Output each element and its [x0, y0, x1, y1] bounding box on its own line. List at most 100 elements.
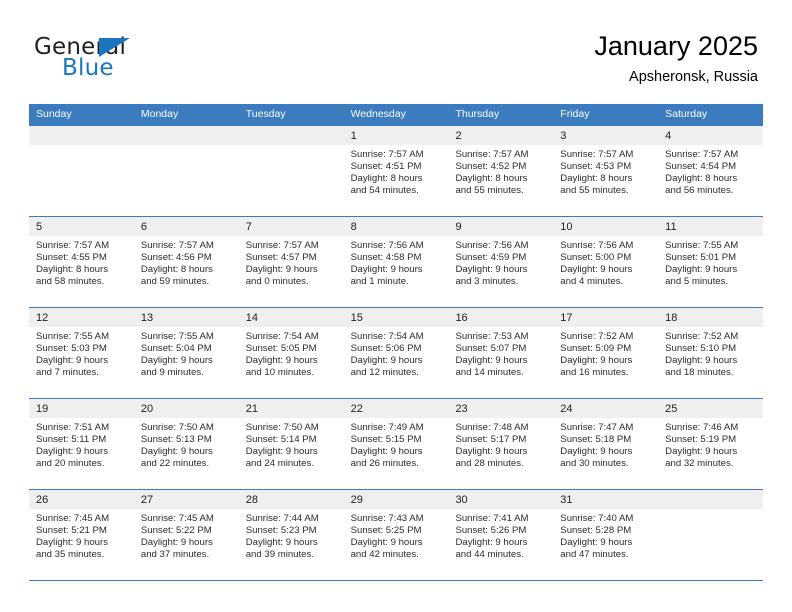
general-blue-logo[interactable]: General Blue	[34, 34, 244, 92]
sunrise-text: Sunrise: 7:56 AM	[455, 240, 529, 251]
day-number-band: 2	[448, 126, 554, 145]
day-number-band: 9	[448, 217, 554, 236]
day-details: Sunrise: 7:49 AM Sunset: 5:15 PM Dayligh…	[344, 418, 449, 470]
day-cell[interactable]: 1 Sunrise: 7:57 AM Sunset: 4:51 PM Dayli…	[343, 126, 449, 216]
day-cell[interactable]: 7 Sunrise: 7:57 AM Sunset: 4:57 PM Dayli…	[238, 217, 344, 307]
daylight-text-line1: Daylight: 9 hours	[350, 263, 423, 275]
day-number-band: 16	[448, 308, 554, 327]
sunrise-text: Sunrise: 7:51 AM	[36, 422, 110, 433]
daylight-text-line2: and 39 minutes.	[245, 548, 314, 560]
day-number: 15	[350, 312, 363, 324]
day-details: Sunrise: 7:57 AM Sunset: 4:53 PM Dayligh…	[553, 145, 658, 197]
sunrise-text: Sunrise: 7:52 AM	[560, 331, 634, 342]
day-cell[interactable]: 22 Sunrise: 7:49 AM Sunset: 5:15 PM Dayl…	[343, 399, 449, 489]
day-number-band: 5	[29, 217, 134, 236]
day-cell[interactable]: 30 Sunrise: 7:41 AM Sunset: 5:26 PM Dayl…	[448, 490, 554, 580]
day-number: 24	[560, 403, 573, 415]
sunrise-text: Sunrise: 7:57 AM	[140, 240, 214, 251]
day-cell[interactable]: 2 Sunrise: 7:57 AM Sunset: 4:52 PM Dayli…	[448, 126, 554, 216]
day-number: 27	[140, 494, 154, 506]
sunrise-text: Sunrise: 7:57 AM	[245, 240, 319, 251]
sunset-text: Sunset: 5:23 PM	[245, 524, 317, 536]
day-cell[interactable]: 5 Sunrise: 7:57 AM Sunset: 4:55 PM Dayli…	[29, 217, 134, 307]
day-number-band: 19	[29, 399, 134, 418]
daylight-text-line1: Daylight: 9 hours	[350, 354, 423, 366]
day-cell[interactable]: 8 Sunrise: 7:56 AM Sunset: 4:58 PM Dayli…	[343, 217, 449, 307]
day-cell[interactable]: 25 Sunrise: 7:46 AM Sunset: 5:19 PM Dayl…	[658, 399, 764, 489]
day-cell[interactable]	[238, 126, 344, 216]
day-cell[interactable]: 3 Sunrise: 7:57 AM Sunset: 4:53 PM Dayli…	[553, 126, 659, 216]
sunset-text: Sunset: 5:25 PM	[350, 524, 422, 536]
daylight-text-line2: and 42 minutes.	[350, 548, 419, 560]
day-cell[interactable]: 27 Sunrise: 7:45 AM Sunset: 5:22 PM Dayl…	[133, 490, 239, 580]
day-details: Sunrise: 7:45 AM Sunset: 5:22 PM Dayligh…	[134, 509, 239, 561]
day-number: 23	[455, 403, 468, 415]
day-number: 26	[36, 494, 49, 506]
day-cell[interactable]: 26 Sunrise: 7:45 AM Sunset: 5:21 PM Dayl…	[29, 490, 134, 580]
day-cell[interactable]: 17 Sunrise: 7:52 AM Sunset: 5:09 PM Dayl…	[553, 308, 659, 398]
day-number: 18	[665, 312, 678, 324]
day-cell[interactable]: 24 Sunrise: 7:47 AM Sunset: 5:18 PM Dayl…	[553, 399, 659, 489]
day-details: Sunrise: 7:55 AM Sunset: 5:04 PM Dayligh…	[134, 327, 239, 379]
day-cell[interactable]: 4 Sunrise: 7:57 AM Sunset: 4:54 PM Dayli…	[658, 126, 764, 216]
day-number-band: 6	[133, 217, 239, 236]
daylight-text-line1: Daylight: 9 hours	[140, 445, 213, 457]
daylight-text-line2: and 56 minutes.	[665, 184, 734, 196]
week-row: 26 Sunrise: 7:45 AM Sunset: 5:21 PM Dayl…	[29, 489, 764, 581]
day-details: Sunrise: 7:47 AM Sunset: 5:18 PM Dayligh…	[553, 418, 658, 470]
day-details: Sunrise: 7:57 AM Sunset: 4:57 PM Dayligh…	[239, 236, 344, 288]
day-cell[interactable]: 15 Sunrise: 7:54 AM Sunset: 5:06 PM Dayl…	[343, 308, 449, 398]
day-details: Sunrise: 7:55 AM Sunset: 5:01 PM Dayligh…	[658, 236, 763, 288]
day-number: 9	[455, 221, 462, 233]
sunrise-text: Sunrise: 7:45 AM	[36, 513, 110, 524]
day-number: 4	[665, 130, 672, 142]
sunrise-text: Sunrise: 7:49 AM	[350, 422, 424, 433]
day-cell[interactable]: 16 Sunrise: 7:53 AM Sunset: 5:07 PM Dayl…	[448, 308, 554, 398]
day-cell[interactable]: 19 Sunrise: 7:51 AM Sunset: 5:11 PM Dayl…	[29, 399, 134, 489]
daylight-text-line2: and 14 minutes.	[455, 366, 524, 378]
day-cell[interactable]: 23 Sunrise: 7:48 AM Sunset: 5:17 PM Dayl…	[448, 399, 554, 489]
day-cell[interactable]: 6 Sunrise: 7:57 AM Sunset: 4:56 PM Dayli…	[133, 217, 239, 307]
sunrise-text: Sunrise: 7:45 AM	[140, 513, 214, 524]
day-cell[interactable]: 28 Sunrise: 7:44 AM Sunset: 5:23 PM Dayl…	[238, 490, 344, 580]
sunset-text: Sunset: 5:06 PM	[350, 342, 422, 354]
daylight-text-line2: and 32 minutes.	[665, 457, 734, 469]
daylight-text-line1: Daylight: 9 hours	[140, 354, 213, 366]
sunrise-text: Sunrise: 7:57 AM	[560, 149, 634, 160]
day-cell[interactable]: 29 Sunrise: 7:43 AM Sunset: 5:25 PM Dayl…	[343, 490, 449, 580]
day-cell[interactable]: 13 Sunrise: 7:55 AM Sunset: 5:04 PM Dayl…	[133, 308, 239, 398]
sunset-text: Sunset: 5:05 PM	[245, 342, 317, 354]
day-cell[interactable]: 12 Sunrise: 7:55 AM Sunset: 5:03 PM Dayl…	[29, 308, 134, 398]
daylight-text-line1: Daylight: 9 hours	[665, 445, 738, 457]
sunrise-text: Sunrise: 7:54 AM	[245, 331, 319, 342]
day-cell[interactable]	[658, 490, 764, 580]
day-number-band: 20	[133, 399, 239, 418]
daylight-text-line2: and 28 minutes.	[455, 457, 524, 469]
day-cell[interactable]: 18 Sunrise: 7:52 AM Sunset: 5:10 PM Dayl…	[658, 308, 764, 398]
day-number-band: 28	[238, 490, 344, 509]
daylight-text-line2: and 16 minutes.	[560, 366, 629, 378]
weekday-header-wednesday: Wednesday	[350, 108, 406, 120]
week-row: 19 Sunrise: 7:51 AM Sunset: 5:11 PM Dayl…	[29, 398, 764, 489]
daylight-text-line1: Daylight: 9 hours	[455, 536, 528, 548]
weekday-header-monday: Monday	[140, 108, 179, 120]
sunrise-text: Sunrise: 7:56 AM	[350, 240, 424, 251]
sunrise-text: Sunrise: 7:53 AM	[455, 331, 529, 342]
day-number: 20	[140, 403, 154, 415]
sunset-text: Sunset: 4:53 PM	[560, 160, 632, 172]
sunrise-text: Sunrise: 7:57 AM	[455, 149, 529, 160]
daylight-text-line1: Daylight: 9 hours	[36, 354, 108, 366]
day-cell[interactable]: 10 Sunrise: 7:56 AM Sunset: 5:00 PM Dayl…	[553, 217, 659, 307]
day-cell[interactable]: 21 Sunrise: 7:50 AM Sunset: 5:14 PM Dayl…	[238, 399, 344, 489]
day-cell[interactable]: 31 Sunrise: 7:40 AM Sunset: 5:28 PM Dayl…	[553, 490, 659, 580]
daylight-text-line2: and 59 minutes.	[140, 275, 210, 287]
page-header: General Blue January 2025 Apsheronsk, Ru…	[34, 30, 758, 98]
day-number-band: 21	[238, 399, 344, 418]
day-cell[interactable]	[133, 126, 239, 216]
day-cell[interactable]: 9 Sunrise: 7:56 AM Sunset: 4:59 PM Dayli…	[448, 217, 554, 307]
day-cell[interactable]	[29, 126, 134, 216]
day-cell[interactable]: 20 Sunrise: 7:50 AM Sunset: 5:13 PM Dayl…	[133, 399, 239, 489]
day-cell[interactable]: 14 Sunrise: 7:54 AM Sunset: 5:05 PM Dayl…	[238, 308, 344, 398]
day-cell[interactable]: 11 Sunrise: 7:55 AM Sunset: 5:01 PM Dayl…	[658, 217, 764, 307]
day-number: 22	[350, 403, 363, 415]
